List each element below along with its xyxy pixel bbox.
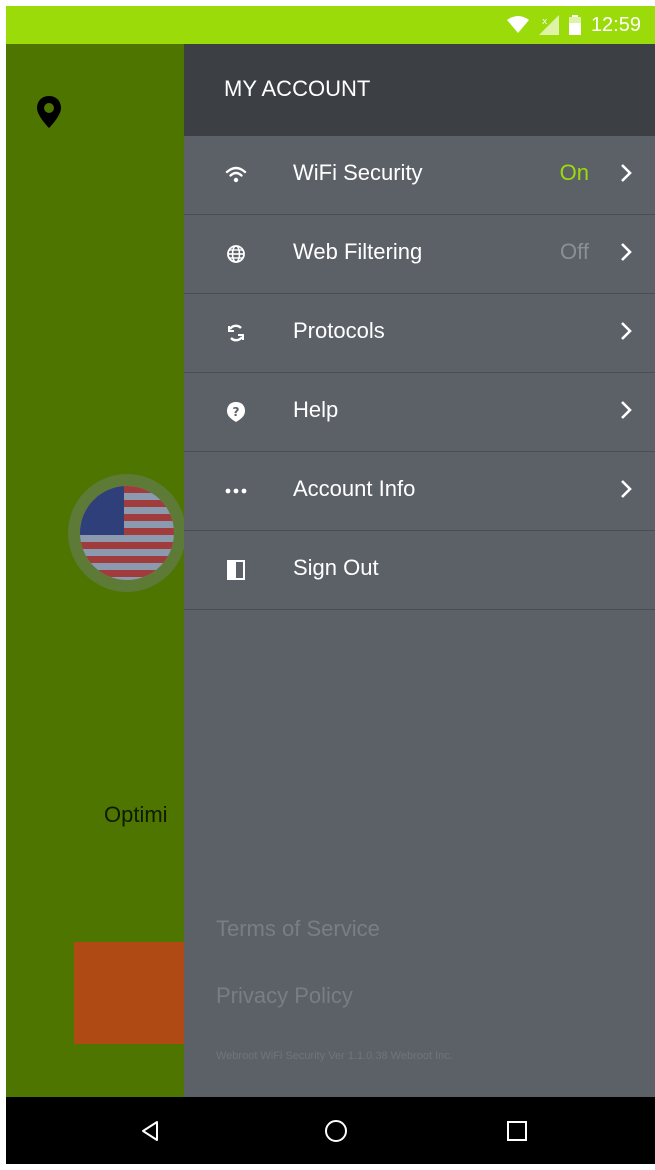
menu-item-label: WiFi Security: [293, 160, 423, 185]
menu-item-account-info[interactable]: Account Info: [184, 452, 655, 531]
web-filtering-status: Off: [560, 239, 589, 264]
connect-button[interactable]: [74, 942, 189, 1044]
sign-out-icon: [224, 558, 248, 582]
chevron-right-icon: [621, 401, 632, 419]
menu-item-label: Protocols: [293, 318, 385, 343]
chevron-right-icon: [621, 322, 632, 340]
menu-item-protocols[interactable]: Protocols: [184, 294, 655, 373]
menu-item-label: Account Info: [293, 476, 416, 501]
wifi-icon: [506, 16, 529, 33]
back-icon[interactable]: [137, 1117, 165, 1145]
chevron-right-icon: [621, 480, 632, 498]
menu-item-help[interactable]: ? Help: [184, 373, 655, 452]
svg-text:x: x: [542, 17, 548, 27]
battery-icon: [568, 15, 581, 35]
drawer-title: MY ACCOUNT: [224, 76, 371, 101]
refresh-icon: [224, 321, 248, 345]
status-time: 12:59: [590, 13, 641, 36]
more-icon: [224, 479, 248, 503]
version-text: Webroot WiFi Security Ver 1.1.0.38 Webro…: [216, 1050, 453, 1062]
app-screen: x 12:59 Optimi MY ACCOUNT WiFi Security …: [6, 6, 655, 1164]
chevron-right-icon: [621, 243, 632, 261]
status-bar: x 12:59: [6, 6, 655, 44]
home-icon[interactable]: [322, 1117, 350, 1145]
optimize-label: Optimi: [104, 802, 168, 827]
navigation-bar: [6, 1097, 655, 1164]
recents-icon[interactable]: [503, 1117, 531, 1145]
us-flag-icon: [80, 486, 174, 580]
location-pin-icon[interactable]: [36, 96, 62, 128]
menu-item-label: Help: [293, 397, 339, 422]
drawer-menu: WiFi Security On Web Filtering Off Proto…: [184, 136, 655, 610]
chevron-right-icon: [621, 164, 632, 182]
wifi-icon: [224, 163, 248, 187]
country-flag-button[interactable]: [68, 474, 186, 592]
globe-icon: [224, 242, 248, 266]
svg-text:?: ?: [233, 405, 240, 419]
signal-icon: x: [538, 15, 559, 35]
menu-item-label: Web Filtering: [293, 239, 423, 264]
terms-of-service-link[interactable]: Terms of Service: [216, 916, 380, 942]
wifi-security-status: On: [559, 160, 589, 185]
privacy-policy-link[interactable]: Privacy Policy: [216, 983, 353, 1009]
drawer-header: MY ACCOUNT: [184, 44, 655, 136]
menu-item-label: Sign Out: [293, 555, 379, 580]
help-icon: ?: [224, 400, 248, 424]
menu-item-wifi-security[interactable]: WiFi Security On: [184, 136, 655, 215]
navigation-drawer: MY ACCOUNT WiFi Security On Web Filterin…: [184, 44, 655, 1097]
menu-item-web-filtering[interactable]: Web Filtering Off: [184, 215, 655, 294]
menu-item-sign-out[interactable]: Sign Out: [184, 531, 655, 610]
